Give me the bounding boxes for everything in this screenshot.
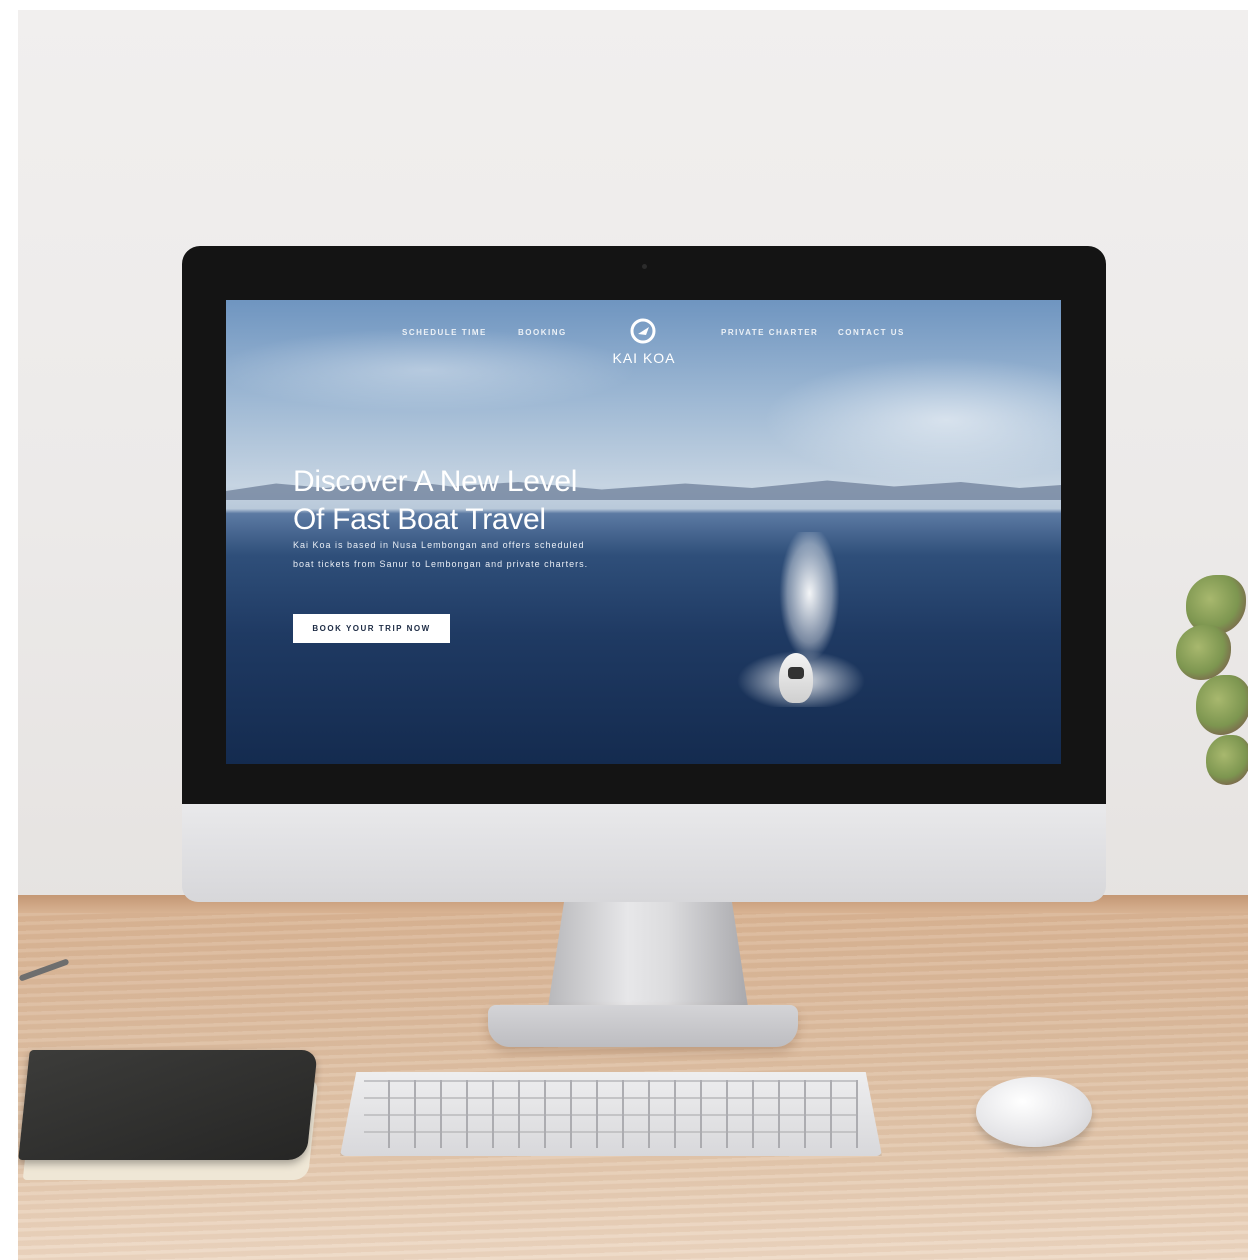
nav-schedule-time[interactable]: SCHEDULE TIME (402, 328, 487, 337)
monitor-chin (182, 804, 1106, 902)
keyboard-keys (364, 1080, 858, 1148)
nav-contact-us[interactable]: CONTACT US (838, 328, 905, 337)
desk-scene: SCHEDULE TIME BOOKING PRIVATE CHARTER CO… (18, 10, 1248, 1260)
notebook-cover (18, 1050, 318, 1160)
logo-text: KAI KOA (612, 350, 676, 366)
plant-decoration (1176, 555, 1248, 805)
monitor-stand-base (488, 1005, 798, 1047)
book-trip-button[interactable]: BOOK YOUR TRIP NOW (293, 614, 450, 643)
nav-booking[interactable]: BOOKING (518, 328, 567, 337)
speedboat-image (779, 653, 813, 703)
hero-headline: Discover A New Level Of Fast Boat Travel (293, 463, 713, 539)
camera-icon (642, 264, 647, 269)
keyboard (340, 1072, 882, 1156)
boat-logo-icon (630, 318, 656, 344)
notebook (18, 1050, 319, 1180)
website-screen: SCHEDULE TIME BOOKING PRIVATE CHARTER CO… (226, 300, 1061, 764)
nav-private-charter[interactable]: PRIVATE CHARTER (721, 328, 818, 337)
hero-headline-line1: Discover A New Level (293, 465, 578, 499)
monitor-stand-neck (548, 902, 748, 1007)
hero-description: Kai Koa is based in Nusa Lembongan and o… (293, 540, 589, 569)
hero-headline-line2: Of Fast Boat Travel (293, 503, 546, 537)
mouse (976, 1077, 1092, 1147)
